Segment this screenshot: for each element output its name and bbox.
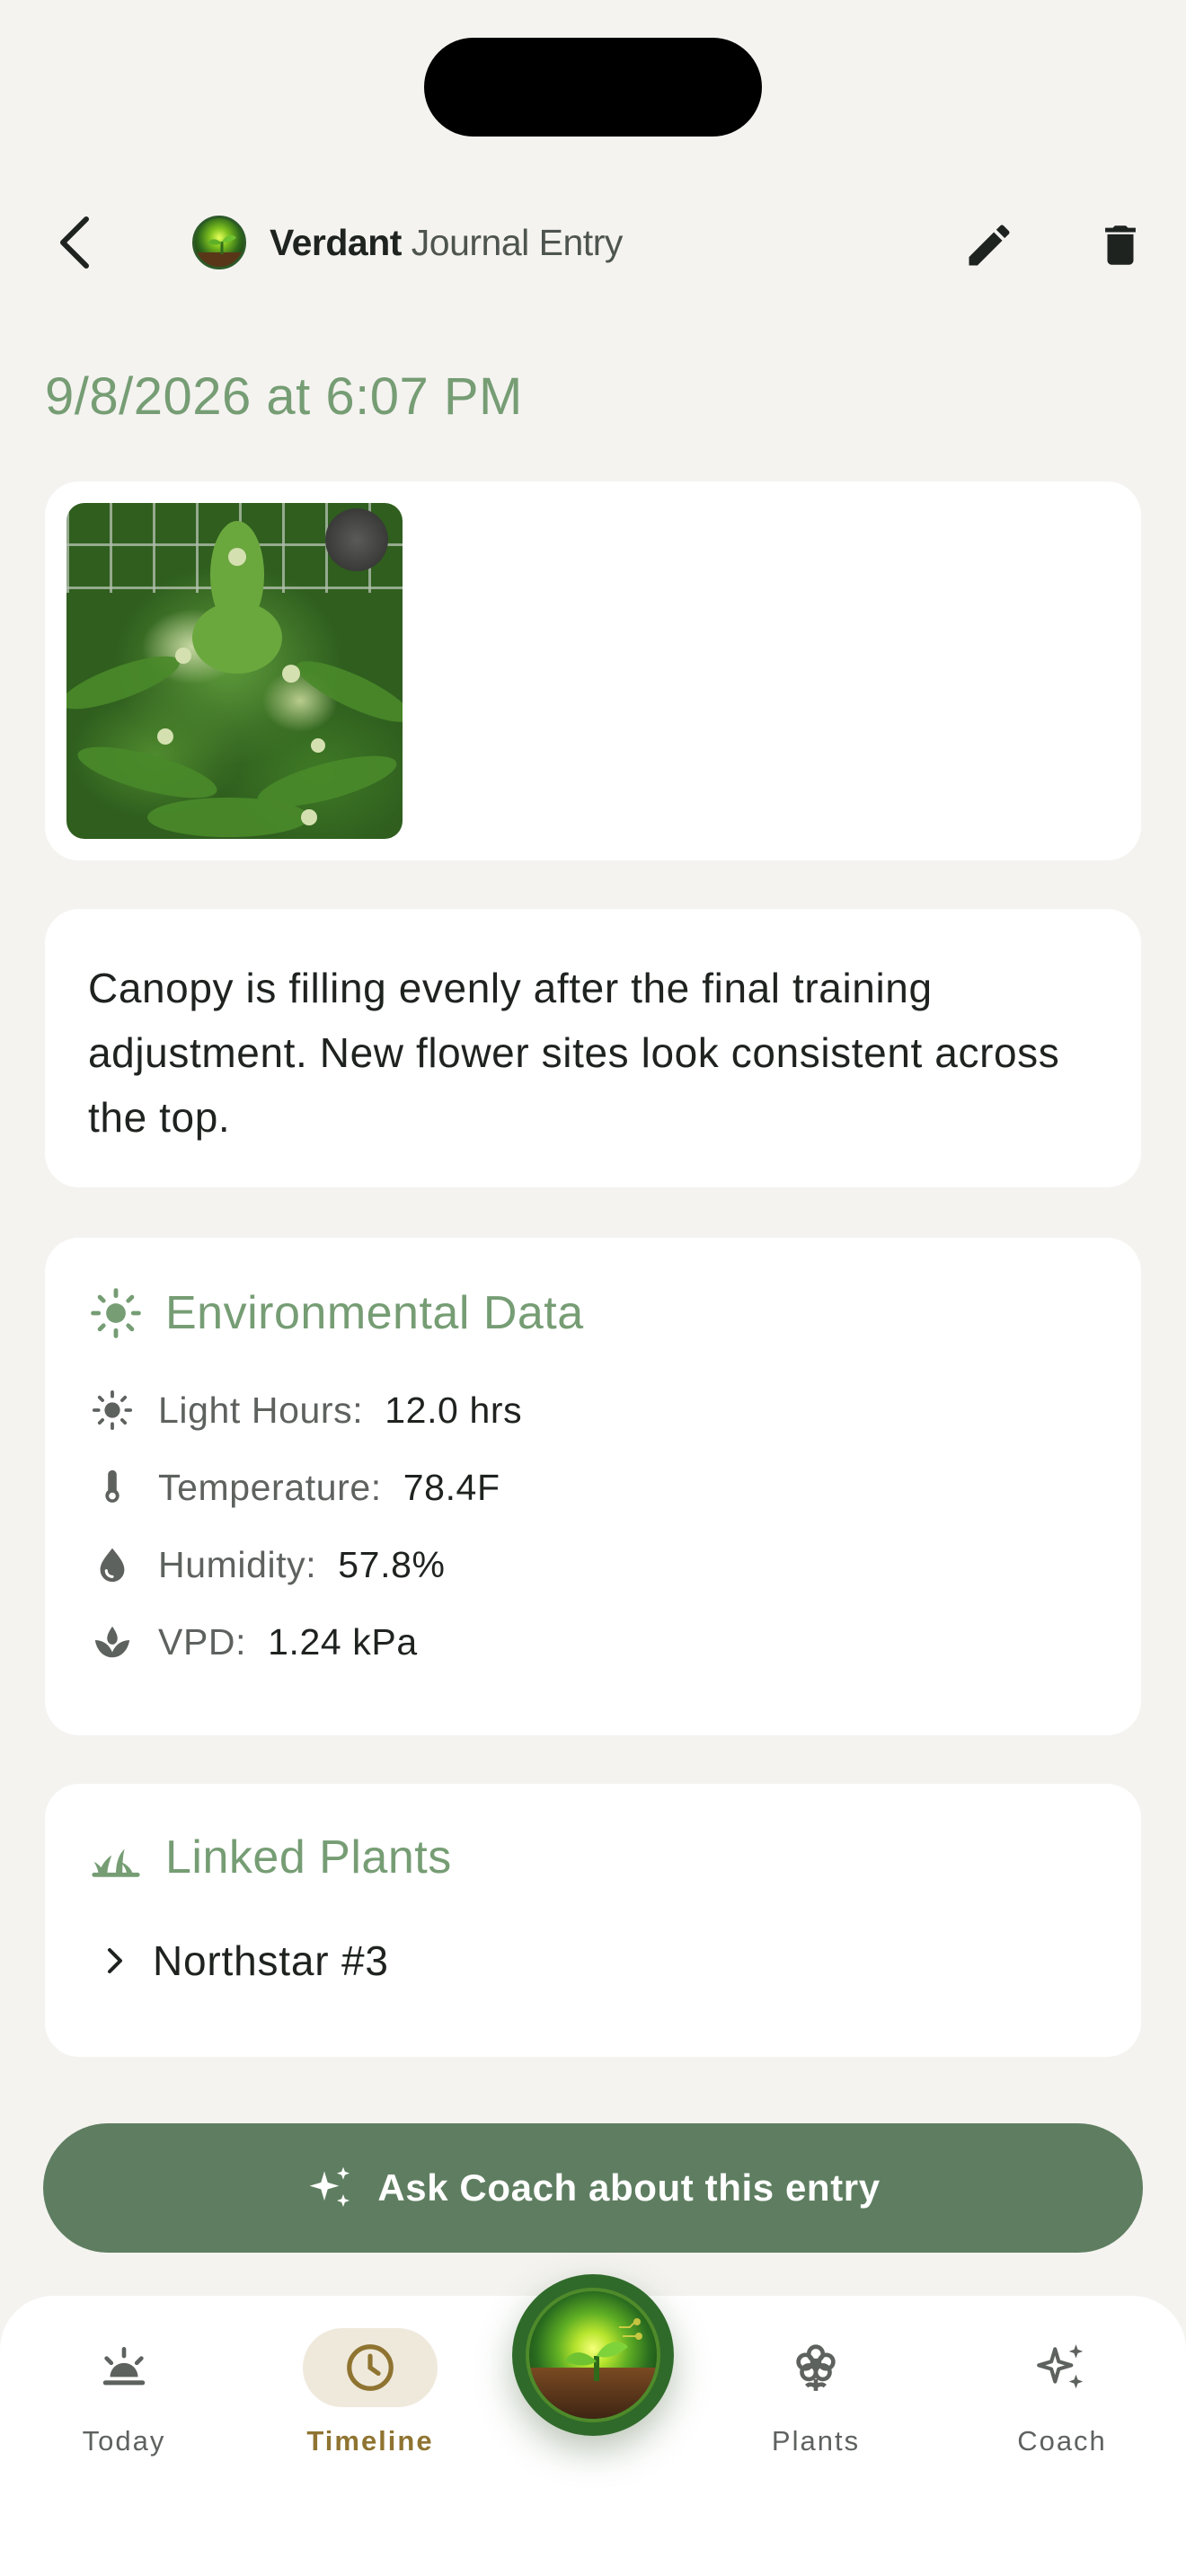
delete-button[interactable] [1089, 214, 1152, 277]
linked-plants-title: Linked Plants [165, 1831, 452, 1883]
environmental-data-card: Environmental Data Light Hours: 12.0 hrs… [45, 1238, 1141, 1735]
linked-plant-name: Northstar #3 [153, 1937, 389, 1984]
linked-plant-item[interactable]: Northstar #3 [102, 1929, 389, 1992]
temperature-value: 78.4F [403, 1466, 500, 1508]
tab-today[interactable]: Today [34, 2328, 214, 2472]
grass-icon [92, 1848, 140, 1877]
back-button[interactable] [40, 207, 111, 278]
env-row-humidity: Humidity: 57.8% [90, 1538, 446, 1592]
temperature-label: Temperature: [158, 1466, 382, 1508]
humidity-label: Humidity: [158, 1543, 317, 1585]
vpd-label: VPD: [158, 1620, 247, 1663]
dynamic-island [424, 38, 762, 137]
tab-today-label: Today [82, 2425, 166, 2457]
ask-coach-label: Ask Coach about this entry [377, 2166, 881, 2209]
sprout-logo-icon [526, 2288, 660, 2422]
center-fab-button[interactable] [512, 2274, 674, 2436]
tab-plants-label: Plants [771, 2425, 861, 2457]
sun-icon [91, 1288, 141, 1338]
note-card: Canopy is filling evenly after the final… [45, 909, 1141, 1187]
water-drop-icon [100, 1548, 125, 1583]
sun-icon [92, 1389, 133, 1431]
trash-icon [1105, 225, 1136, 265]
tab-coach-label: Coach [1017, 2425, 1107, 2457]
app-logo [192, 216, 246, 269]
page-title: Journal Entry [411, 221, 624, 263]
tab-timeline-label: Timeline [306, 2425, 434, 2457]
edit-button[interactable] [958, 214, 1021, 277]
env-row-temperature: Temperature: 78.4F [90, 1460, 500, 1514]
linked-plants-header: Linked Plants [90, 1831, 452, 1884]
sunrise-icon [102, 2347, 146, 2386]
tab-timeline[interactable]: Timeline [280, 2328, 460, 2472]
entry-date: 9/8/2026 at 6:07 PM [45, 367, 523, 426]
chevron-right-icon [108, 1948, 122, 1973]
leaf-drop-icon [94, 1626, 130, 1658]
vpd-value: 1.24 kPa [268, 1620, 418, 1663]
linked-plants-card: Linked Plants Northstar #3 [45, 1784, 1141, 2057]
env-row-vpd: VPD: 1.24 kPa [90, 1615, 418, 1669]
brand-title: Verdant Journal Entry [192, 216, 623, 269]
tab-coach[interactable]: Coach [972, 2328, 1152, 2472]
light-hours-label: Light Hours: [158, 1389, 364, 1431]
light-hours-value: 12.0 hrs [385, 1389, 523, 1431]
thermometer-icon [105, 1469, 119, 1503]
env-row-light: Light Hours: 12.0 hrs [90, 1383, 522, 1437]
clock-icon [347, 2344, 394, 2391]
top-bar: Verdant Journal Entry [0, 189, 1186, 296]
pencil-icon [969, 225, 1010, 266]
ask-coach-button[interactable]: Ask Coach about this entry [43, 2123, 1143, 2253]
entry-note: Canopy is filling evenly after the final… [88, 965, 1060, 1141]
brand-name: Verdant [270, 221, 402, 263]
entry-photo[interactable] [66, 503, 403, 839]
environmental-data-title: Environmental Data [165, 1287, 584, 1339]
flower-icon [796, 2344, 836, 2391]
photo-card [45, 481, 1141, 860]
humidity-value: 57.8% [338, 1543, 446, 1585]
environmental-data-header: Environmental Data [90, 1286, 584, 1340]
chevron-left-icon [60, 216, 89, 269]
sparkles-icon [309, 2166, 350, 2207]
plant-image [66, 521, 403, 837]
tab-plants[interactable]: Plants [726, 2328, 906, 2472]
sparkles-icon [1037, 2344, 1084, 2389]
